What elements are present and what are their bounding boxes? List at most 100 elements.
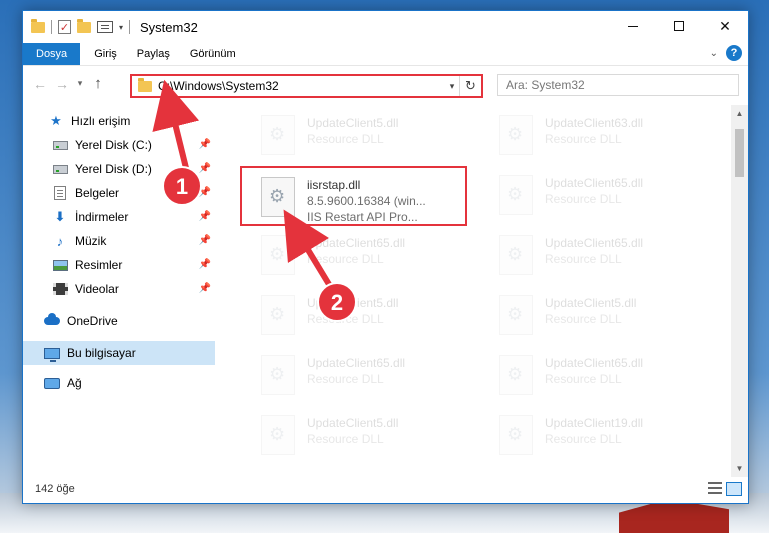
back-arrow-icon[interactable]: ←	[29, 76, 51, 92]
customize-toolbar-icon[interactable]	[97, 21, 113, 33]
documents-icon-wrap	[51, 186, 69, 200]
sidebar-item-label: Belgeler	[75, 186, 120, 200]
file-info: UpdateClient19.dll Resource DLL	[545, 415, 643, 461]
sidebar-item-onedrive[interactable]: OneDrive	[23, 309, 215, 333]
file-type: Resource DLL	[545, 252, 622, 266]
file-info: UpdateClient5.dll Resource DLL	[307, 415, 398, 461]
ribbon-tabs: Dosya Giriş Paylaş Görünüm ⌄ ?	[23, 43, 748, 65]
minimize-button[interactable]	[610, 11, 656, 41]
tab-file[interactable]: Dosya	[23, 43, 81, 65]
new-folder-icon[interactable]	[77, 18, 91, 33]
properties-check-icon[interactable]: ✓	[58, 20, 71, 34]
file-name: UpdateClient5.dll	[307, 416, 399, 430]
sidebar-item-label: Resimler	[75, 258, 123, 272]
file-type: Resource DLL	[545, 312, 622, 326]
forward-arrow-icon[interactable]: →	[51, 76, 73, 92]
file-tile[interactable]: UpdateClient65.dll Resource DLL	[243, 351, 473, 401]
pin-icon[interactable]: 📌	[199, 259, 211, 270]
pin-icon[interactable]: 📌	[199, 163, 211, 174]
tab-share[interactable]: Paylaş	[127, 43, 180, 65]
file-type: Resource DLL	[545, 372, 622, 386]
file-tile[interactable]: UpdateClient65.dll Resource DLL	[481, 351, 711, 401]
file-name: UpdateClient5.dll	[307, 296, 399, 310]
file-tile[interactable]: UpdateClient19.dll Resource DLL	[481, 411, 711, 461]
file-tile[interactable]: UpdateClient65.dll Resource DLL	[481, 231, 711, 281]
file-info: UpdateClient65.dll Resource DLL	[307, 235, 405, 281]
up-arrow-icon[interactable]: ↑	[87, 75, 109, 92]
sidebar-item-downloads[interactable]: ⬇ İndirmeler 📌	[23, 205, 215, 229]
address-path[interactable]: C:\Windows\System32	[158, 79, 445, 93]
sidebar-item-this-pc[interactable]: Bu bilgisayar	[23, 341, 215, 365]
close-button[interactable]: ✕	[702, 11, 748, 41]
file-tile[interactable]: UpdateClient5.dll Resource DLL	[481, 291, 711, 341]
dll-file-icon	[499, 115, 533, 155]
tab-view[interactable]: Görünüm	[180, 43, 246, 65]
file-tile[interactable]: UpdateClient5.dll Resource DLL	[243, 291, 473, 341]
sidebar-item-videos[interactable]: Videolar 📌	[23, 277, 215, 301]
sidebar-item-documents[interactable]: Belgeler 📌	[23, 181, 215, 205]
maximize-icon	[674, 21, 684, 31]
details-view-icon[interactable]	[708, 482, 722, 494]
recent-locations-icon[interactable]: ▾	[73, 78, 87, 89]
expand-ribbon-icon[interactable]: ⌄	[710, 48, 718, 59]
sidebar-item-quick-access[interactable]: ★ Hızlı erişim	[23, 109, 215, 133]
sidebar-item-music[interactable]: ♪ Müzik 📌	[23, 229, 215, 253]
file-name: UpdateClient65.dll	[307, 236, 406, 250]
navigation-pane: ★ Hızlı erişim Yerel Disk (C:) 📌 Yerel D…	[23, 105, 218, 477]
drive-icon	[52, 164, 68, 174]
pin-icon[interactable]: 📌	[199, 211, 211, 222]
window-controls: ✕	[610, 11, 748, 41]
tab-home[interactable]: Giriş	[80, 43, 127, 65]
cloud-icon	[44, 313, 60, 325]
tiles-view-icon[interactable]	[726, 482, 742, 496]
scroll-up-icon[interactable]: ▲	[731, 105, 748, 122]
address-dropdown-icon[interactable]: ▾	[445, 81, 459, 92]
file-type: Resource DLL	[545, 132, 622, 146]
file-tile[interactable]: UpdateClient65.dll Resource DLL	[481, 171, 711, 221]
close-icon: ✕	[719, 17, 731, 34]
pin-icon[interactable]: 📌	[199, 139, 211, 150]
sidebar-item-network[interactable]: Ağ	[23, 371, 215, 395]
scroll-thumb[interactable]	[735, 129, 744, 177]
toolbar-dropdown-icon[interactable]: ▾	[119, 23, 123, 32]
file-info: UpdateClient65.dll Resource DLL	[545, 175, 643, 221]
vertical-scrollbar[interactable]: ▲ ▼	[731, 105, 748, 477]
videos-icon-wrap	[51, 283, 69, 295]
file-info: UpdateClient65.dll Resource DLL	[307, 355, 405, 401]
sidebar-item-label: İndirmeler	[75, 210, 129, 224]
dll-file-icon	[261, 295, 295, 335]
maximize-button[interactable]	[656, 11, 702, 41]
refresh-icon[interactable]: ↻	[459, 76, 481, 96]
file-info: UpdateClient65.dll Resource DLL	[545, 355, 643, 401]
help-icon[interactable]: ?	[726, 45, 742, 61]
dll-file-icon	[261, 235, 295, 275]
pin-icon[interactable]: 📌	[199, 283, 211, 294]
pin-icon[interactable]: 📌	[199, 187, 211, 198]
network-icon	[44, 377, 60, 389]
file-type: Resource DLL	[545, 432, 622, 446]
sidebar-item-local-disk-c[interactable]: Yerel Disk (C:) 📌	[23, 133, 215, 157]
address-bar[interactable]: C:\Windows\System32 ▾ ↻	[130, 74, 483, 98]
file-tile[interactable]: UpdateClient63.dll Resource DLL	[481, 111, 711, 161]
sidebar-item-label: Hızlı erişim	[71, 114, 131, 128]
quick-access-toolbar: ✓ ▾ System32	[23, 18, 198, 35]
file-tile[interactable]: UpdateClient65.dll Resource DLL	[243, 231, 473, 281]
sidebar-item-local-disk-d[interactable]: Yerel Disk (D:) 📌	[23, 157, 215, 181]
sidebar-item-label: Videolar	[75, 282, 119, 296]
search-input[interactable]: Ara: System32	[497, 74, 739, 96]
file-name: UpdateClient65.dll	[545, 356, 644, 370]
music-icon: ♪	[56, 233, 64, 249]
dll-file-icon	[499, 355, 533, 395]
file-name: UpdateClient65.dll	[545, 176, 644, 190]
pictures-icon	[52, 259, 68, 271]
sidebar-item-pictures[interactable]: Resimler 📌	[23, 253, 215, 277]
pin-icon[interactable]: 📌	[199, 235, 211, 246]
file-tile[interactable]: UpdateClient5.dll Resource DLL	[243, 411, 473, 461]
sidebar-item-label: Yerel Disk (D:)	[75, 162, 152, 176]
drive-icon-wrap	[51, 140, 69, 150]
dll-file-icon	[499, 175, 533, 215]
file-tile[interactable]: UpdateClient5.dll Resource DLL	[243, 111, 473, 161]
dll-file-icon	[499, 295, 533, 335]
documents-icon	[54, 186, 66, 200]
file-info: UpdateClient5.dll Resource DLL	[307, 295, 398, 341]
